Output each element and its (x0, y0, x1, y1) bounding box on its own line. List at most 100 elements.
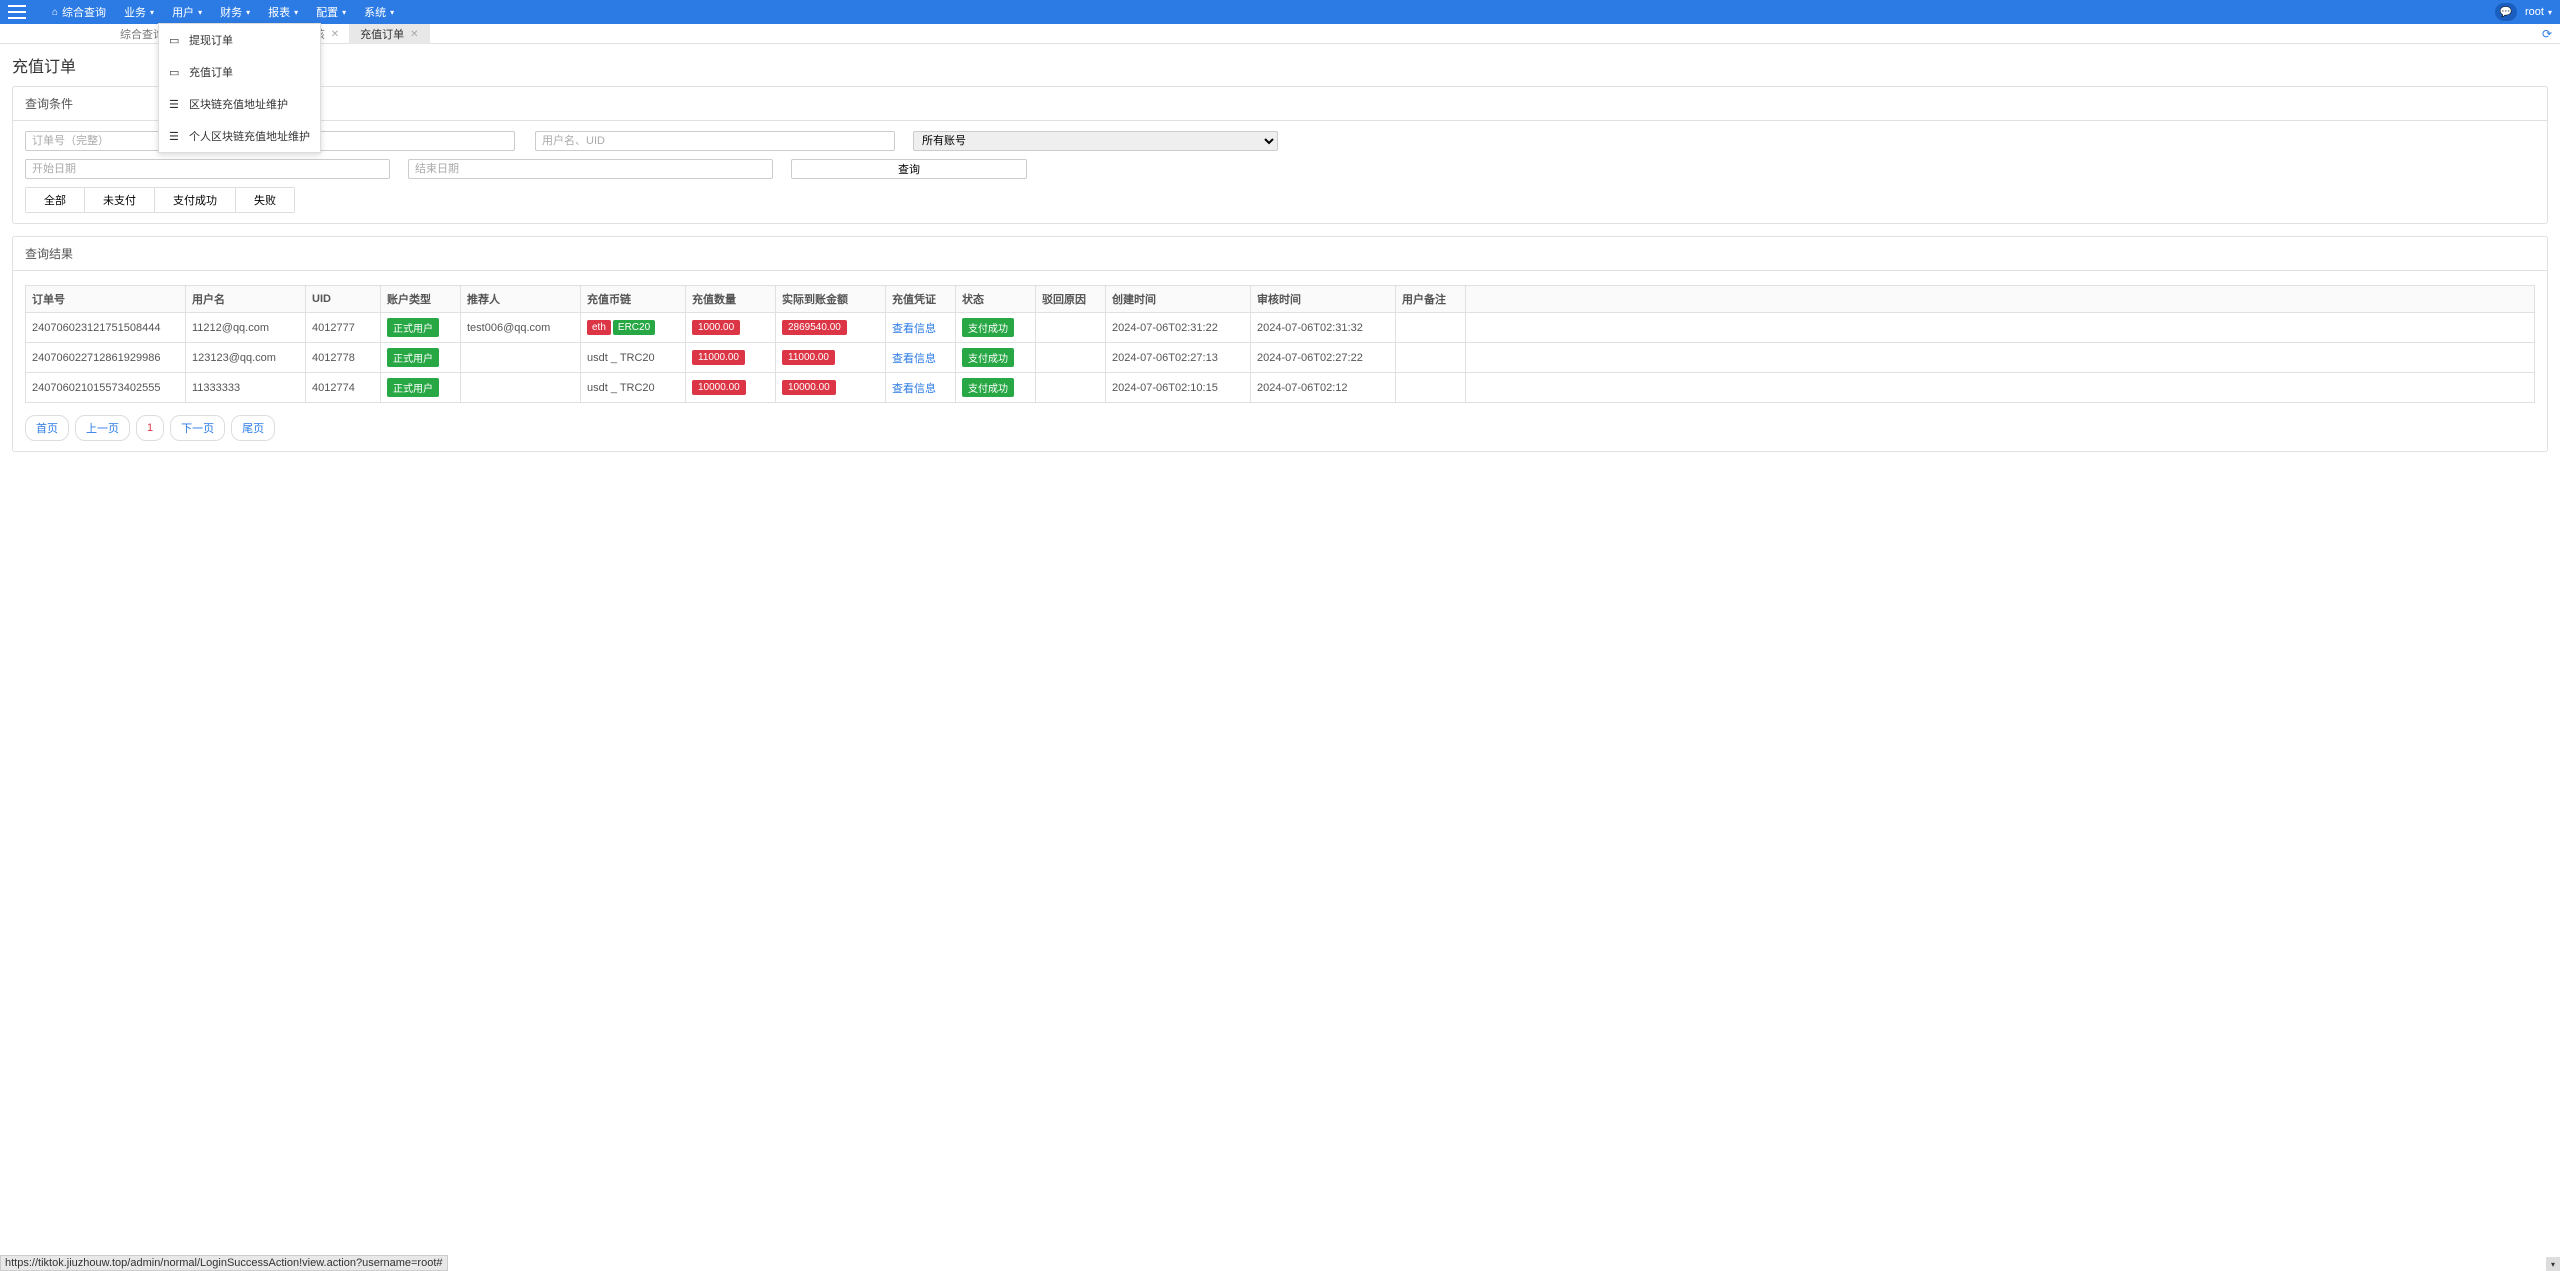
cell-chain: usdt _ TRC20 (581, 373, 686, 403)
page-last[interactable]: 尾页 (231, 415, 275, 441)
filter-unpaid[interactable]: 未支付 (85, 188, 155, 212)
col-amount: 充值数量 (686, 286, 776, 313)
results-panel: 查询结果 订单号 用户名 UID 账户类型 推荐人 充值币链 充值数量 实际到账… (12, 236, 2548, 452)
voucher-link[interactable]: 查看信息 (892, 383, 936, 395)
cell-created: 2024-07-06T02:27:13 (1106, 343, 1251, 373)
start-date-input[interactable] (25, 159, 390, 179)
account-select[interactable]: 所有账号 (913, 131, 1278, 151)
filter-success[interactable]: 支付成功 (155, 188, 236, 212)
cell-acct-type: 正式用户 (381, 313, 461, 343)
cell-reject (1036, 343, 1106, 373)
cell-remark (1396, 373, 1466, 403)
cell-remark (1396, 313, 1466, 343)
cell-acct-type: 正式用户 (381, 343, 461, 373)
table-row: 240706021015573402555 11333333 4012774 正… (26, 373, 2535, 403)
cell-reviewed: 2024-07-06T02:12 (1251, 373, 1396, 403)
voucher-link[interactable]: 查看信息 (892, 353, 936, 365)
cell-order-no: 240706021015573402555 (26, 373, 186, 403)
nav-finance[interactable]: 财务 ▾ (212, 0, 258, 24)
page-first[interactable]: 首页 (25, 415, 69, 441)
scroll-down-icon[interactable]: ▾ (2546, 1257, 2560, 1271)
query-button[interactable]: 查询 (791, 159, 1027, 179)
cell-created: 2024-07-06T02:10:15 (1106, 373, 1251, 403)
amount-badge: 11000.00 (692, 350, 745, 365)
cell-amount: 11000.00 (686, 343, 776, 373)
dropdown-personal-blockchain-address[interactable]: ☰ 个人区块链充值地址维护 (159, 120, 320, 152)
table-header-row: 订单号 用户名 UID 账户类型 推荐人 充值币链 充值数量 实际到账金额 充值… (26, 286, 2535, 313)
col-chain: 充值币链 (581, 286, 686, 313)
page-next[interactable]: 下一页 (170, 415, 225, 441)
chevron-down-icon: ▾ (2548, 8, 2552, 17)
cell-actions (1466, 373, 2535, 403)
cell-voucher: 查看信息 (886, 313, 956, 343)
menu-toggle-icon[interactable] (8, 5, 26, 19)
col-reject: 驳回原因 (1036, 286, 1106, 313)
chain-eth-badge: eth (587, 320, 611, 335)
cell-status: 支付成功 (956, 313, 1036, 343)
user-uid-input[interactable] (535, 131, 895, 151)
results-table: 订单号 用户名 UID 账户类型 推荐人 充值币链 充值数量 实际到账金额 充值… (25, 285, 2535, 403)
table-row: 240706023121751508444 11212@qq.com 40127… (26, 313, 2535, 343)
col-actions (1466, 286, 2535, 313)
cell-order-no: 240706023121751508444 (26, 313, 186, 343)
search-panel-header: 查询条件 (13, 87, 2547, 121)
filter-failed[interactable]: 失败 (236, 188, 294, 212)
status-badge: 支付成功 (962, 378, 1014, 397)
cell-actual: 11000.00 (776, 343, 886, 373)
close-icon[interactable]: ✕ (331, 29, 339, 40)
card-icon: ▭ (169, 34, 181, 47)
cell-chain: ethERC20 (581, 313, 686, 343)
col-voucher: 充值凭证 (886, 286, 956, 313)
nav-report[interactable]: 报表 ▾ (260, 0, 306, 24)
chain-text: usdt _ TRC20 (587, 382, 655, 394)
nav-user[interactable]: 用户 ▾ (164, 0, 210, 24)
page-title: 充值订单 (0, 44, 2560, 86)
nav-config[interactable]: 配置 ▾ (308, 0, 354, 24)
cell-chain: usdt _ TRC20 (581, 343, 686, 373)
cell-actual: 2869540.00 (776, 313, 886, 343)
page-current[interactable]: 1 (136, 415, 164, 441)
nav-home[interactable]: ⌂ 综合查询 (44, 0, 114, 24)
voucher-link[interactable]: 查看信息 (892, 323, 936, 335)
chain-erc-badge: ERC20 (613, 320, 655, 335)
results-panel-header: 查询结果 (13, 237, 2547, 271)
acct-type-badge: 正式用户 (387, 318, 439, 337)
col-reviewed: 审核时间 (1251, 286, 1396, 313)
chat-icon[interactable]: 💬 (2495, 3, 2517, 21)
filter-all[interactable]: 全部 (26, 188, 85, 212)
cell-voucher: 查看信息 (886, 343, 956, 373)
nav-system[interactable]: 系统 ▾ (356, 0, 402, 24)
cell-status: 支付成功 (956, 343, 1036, 373)
dropdown-blockchain-address[interactable]: ☰ 区块链充值地址维护 (159, 88, 320, 120)
cell-voucher: 查看信息 (886, 373, 956, 403)
chevron-down-icon: ▾ (150, 8, 154, 17)
user-menu[interactable]: root ▾ (2525, 6, 2552, 18)
cell-username: 11212@qq.com (186, 313, 306, 343)
cell-created: 2024-07-06T02:31:22 (1106, 313, 1251, 343)
chevron-down-icon: ▾ (294, 8, 298, 17)
nav-business[interactable]: 业务 ▾ (116, 0, 162, 24)
dropdown-withdraw-order[interactable]: ▭ 提现订单 (159, 24, 320, 56)
refresh-icon[interactable]: ⟳ (2542, 27, 2552, 41)
user-name: root (2525, 6, 2544, 18)
nav-items: ⌂ 综合查询 业务 ▾ 用户 ▾ 财务 ▾ 报表 ▾ 配置 ▾ 系统 ▾ (44, 0, 402, 24)
list-icon: ☰ (169, 130, 181, 143)
dropdown-recharge-order[interactable]: ▭ 充值订单 (159, 56, 320, 88)
actual-badge: 10000.00 (782, 380, 836, 395)
page-prev[interactable]: 上一页 (75, 415, 130, 441)
nav-home-label: 综合查询 (62, 4, 106, 20)
cell-reviewed: 2024-07-06T02:27:22 (1251, 343, 1396, 373)
cell-username: 11333333 (186, 373, 306, 403)
cell-acct-type: 正式用户 (381, 373, 461, 403)
tab-recharge-order[interactable]: 充值订单 ✕ (350, 24, 429, 44)
end-date-input[interactable] (408, 159, 773, 179)
close-icon[interactable]: ✕ (410, 29, 418, 40)
col-status: 状态 (956, 286, 1036, 313)
list-icon: ☰ (169, 98, 181, 111)
amount-badge: 10000.00 (692, 380, 746, 395)
col-actual: 实际到账金额 (776, 286, 886, 313)
chevron-down-icon: ▾ (198, 8, 202, 17)
search-panel: 查询条件 所有账号 查询 全部 未支付 支付成功 失败 (12, 86, 2548, 224)
cell-actions (1466, 343, 2535, 373)
status-badge: 支付成功 (962, 348, 1014, 367)
